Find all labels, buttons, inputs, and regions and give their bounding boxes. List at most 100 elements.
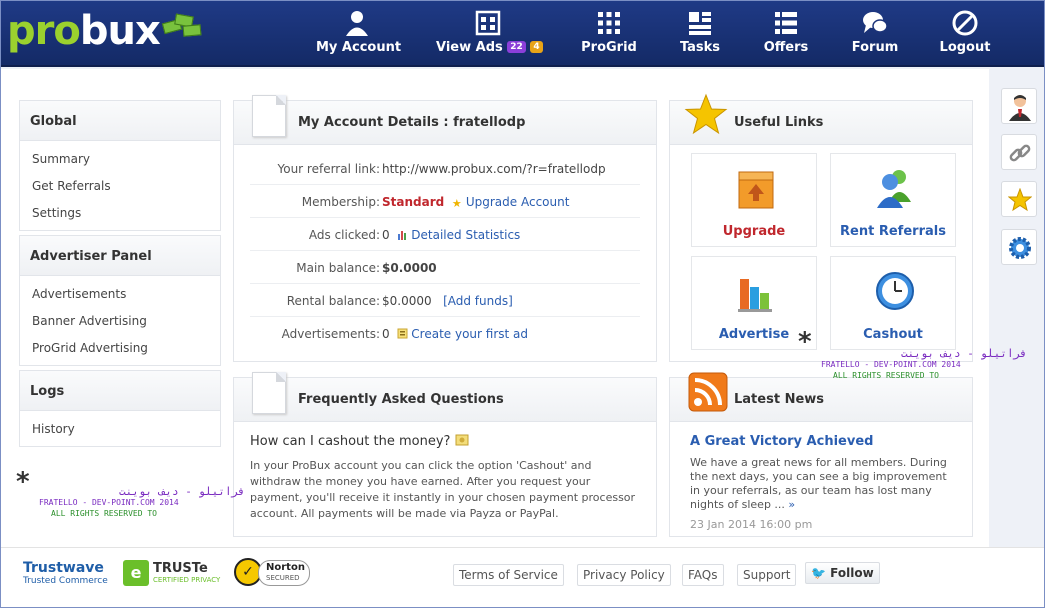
- main-balance-row: Main balance: $0.0000: [250, 251, 640, 284]
- membership-value: Standard: [382, 195, 445, 209]
- news-headline[interactable]: A Great Victory Achieved: [690, 434, 873, 449]
- nav-view-ads[interactable]: View Ads 22 4: [436, 1, 543, 67]
- businessman-icon: [1009, 95, 1031, 121]
- truste-seal[interactable]: e TRUSTe CERTIFIED PRIVACY: [123, 560, 223, 588]
- support-link[interactable]: Support: [737, 564, 797, 586]
- sidebar-item-advertisements[interactable]: Advertisements: [20, 280, 220, 307]
- chat-bubbles-icon: [863, 12, 888, 33]
- truste-e-icon: e: [123, 560, 149, 586]
- norton-seal[interactable]: ✓ Norton SECURED: [234, 556, 312, 596]
- panel-title: Frequently Asked Questions: [298, 392, 504, 407]
- panel-title: My Account Details : fratellodp: [298, 115, 526, 130]
- box-upgrade-icon: [738, 171, 774, 209]
- star-icon: [1008, 188, 1032, 212]
- sidebar-item-summary[interactable]: Summary: [20, 145, 220, 172]
- rss-icon: [688, 372, 728, 412]
- panel-title: Useful Links: [734, 115, 824, 130]
- users-icon: [877, 170, 911, 208]
- read-more-link[interactable]: »: [788, 498, 795, 511]
- sidebar-advertiser: Advertiser Panel Advertisements Banner A…: [19, 235, 221, 366]
- bar-chart-3d-icon: [738, 279, 772, 312]
- watermark-right: * فراتيلو - ديف بوينت FRATELLO - DEV-POI…: [797, 327, 1027, 380]
- document-icon: [252, 95, 286, 137]
- cashout-tile[interactable]: Cashout: [830, 256, 956, 350]
- sidebar-logs: Logs History: [19, 370, 221, 447]
- asterisk-icon: *: [797, 327, 813, 357]
- watermark-left: * فراتيلو - ديف بوينت FRATELLO - DEV-POI…: [15, 467, 245, 518]
- sidebar-item-settings[interactable]: Settings: [20, 199, 220, 226]
- upgrade-account-link[interactable]: Upgrade Account: [466, 195, 570, 209]
- nav-tasks[interactable]: Tasks: [676, 1, 724, 67]
- add-funds-link[interactable]: [Add funds]: [443, 294, 513, 308]
- detailed-statistics-link[interactable]: Detailed Statistics: [411, 228, 520, 242]
- membership-row: Membership: Standard ★ Upgrade Account: [250, 185, 640, 218]
- news-date: 23 Jan 2014 16:00 pm: [690, 518, 813, 531]
- sidebar-heading: Logs: [20, 371, 220, 411]
- star-icon: ★: [451, 197, 462, 210]
- clock-icon: [876, 272, 914, 310]
- faq-answer: In your ProBux account you can click the…: [250, 459, 636, 520]
- faqs-link[interactable]: FAQs: [682, 564, 724, 586]
- upgrade-tile[interactable]: Upgrade: [691, 153, 817, 247]
- nav-offers[interactable]: Offers: [761, 1, 811, 67]
- tile-label: Rent Referrals: [840, 224, 946, 239]
- twitter-bird-icon: 🐦: [811, 566, 826, 580]
- panel-title: Latest News: [734, 392, 825, 407]
- news-body: We have a great news for all members. Du…: [690, 456, 947, 511]
- tasks-icon: [689, 12, 711, 35]
- no-entry-icon: [952, 10, 978, 36]
- terms-of-service-link[interactable]: Terms of Service: [453, 564, 564, 586]
- sidebar-item-history[interactable]: History: [20, 415, 220, 442]
- footer: Trustwave Trusted Commerce e TRUSTe CERT…: [1, 547, 1044, 607]
- tile-label: Upgrade: [722, 224, 786, 239]
- gear-icon: [1009, 237, 1031, 259]
- sidebar-item-get-referrals[interactable]: Get Referrals: [20, 172, 220, 199]
- probux-logo[interactable]: probux: [7, 11, 161, 51]
- account-details-panel: My Account Details : fratellodp Your ref…: [233, 95, 657, 362]
- sidebar-global: Global Summary Get Referrals Settings: [19, 100, 221, 231]
- advertisements-row: Advertisements: 0 Create your first ad: [281, 327, 528, 341]
- link-shortcut[interactable]: [1001, 134, 1037, 170]
- page-frame: probux My Account View Ads 22 4 ProGrid …: [0, 0, 1045, 608]
- rental-balance-row: Rental balance: $0.0000 [Add funds]: [250, 284, 640, 317]
- faq-question: How can I cashout the money?: [250, 433, 472, 449]
- list-icon: [775, 12, 797, 34]
- top-header: probux My Account View Ads 22 4 ProGrid …: [1, 1, 1044, 67]
- money-icon: [161, 13, 202, 39]
- create-first-ad-link[interactable]: Create your first ad: [411, 327, 528, 341]
- document-icon: [252, 372, 286, 414]
- dots-grid-icon: [598, 12, 620, 34]
- ad-icon: [397, 328, 408, 339]
- ads-extra-badge: 4: [530, 41, 543, 53]
- sidebar-item-progrid-advertising[interactable]: ProGrid Advertising: [20, 334, 220, 361]
- trustwave-seal[interactable]: Trustwave Trusted Commerce: [23, 560, 108, 586]
- profile-shortcut[interactable]: [1001, 88, 1037, 124]
- twitter-follow-button[interactable]: 🐦 Follow: [805, 562, 880, 584]
- sidebar-heading: Advertiser Panel: [20, 236, 220, 276]
- nav-progrid[interactable]: ProGrid: [579, 1, 639, 67]
- referral-link[interactable]: http://www.probux.com/?r=fratellodp: [382, 162, 606, 176]
- grid-window-icon: [475, 10, 501, 36]
- nav-logout[interactable]: Logout: [939, 1, 991, 67]
- rent-referrals-tile[interactable]: Rent Referrals: [830, 153, 956, 247]
- faq-panel: Frequently Asked Questions How can I cas…: [233, 372, 657, 537]
- privacy-policy-link[interactable]: Privacy Policy: [577, 564, 671, 586]
- settings-shortcut[interactable]: [1001, 229, 1037, 265]
- nav-forum[interactable]: Forum: [849, 1, 901, 67]
- asterisk-icon: *: [15, 467, 31, 497]
- user-icon: [346, 11, 368, 36]
- sidebar-heading: Global: [20, 101, 220, 141]
- chain-link-icon: [1009, 144, 1031, 162]
- nav-my-account[interactable]: My Account: [316, 1, 401, 67]
- useful-links-panel: Useful Links Upgrade Rent Referrals Adve…: [669, 93, 973, 362]
- latest-news-panel: Latest News A Great Victory Achieved We …: [669, 372, 973, 537]
- star-icon: [684, 93, 728, 135]
- ads-count-badge: 22: [507, 41, 526, 53]
- bar-chart-icon: [398, 231, 407, 240]
- tile-label: Cashout: [863, 327, 923, 342]
- money-bill-icon: [455, 434, 469, 446]
- sidebar-item-banner-advertising[interactable]: Banner Advertising: [20, 307, 220, 334]
- ads-clicked-row: Ads clicked: 0 Detailed Statistics: [250, 218, 640, 251]
- favorites-shortcut[interactable]: [1001, 181, 1037, 217]
- referral-link-row: Your referral link: http://www.probux.co…: [250, 152, 640, 185]
